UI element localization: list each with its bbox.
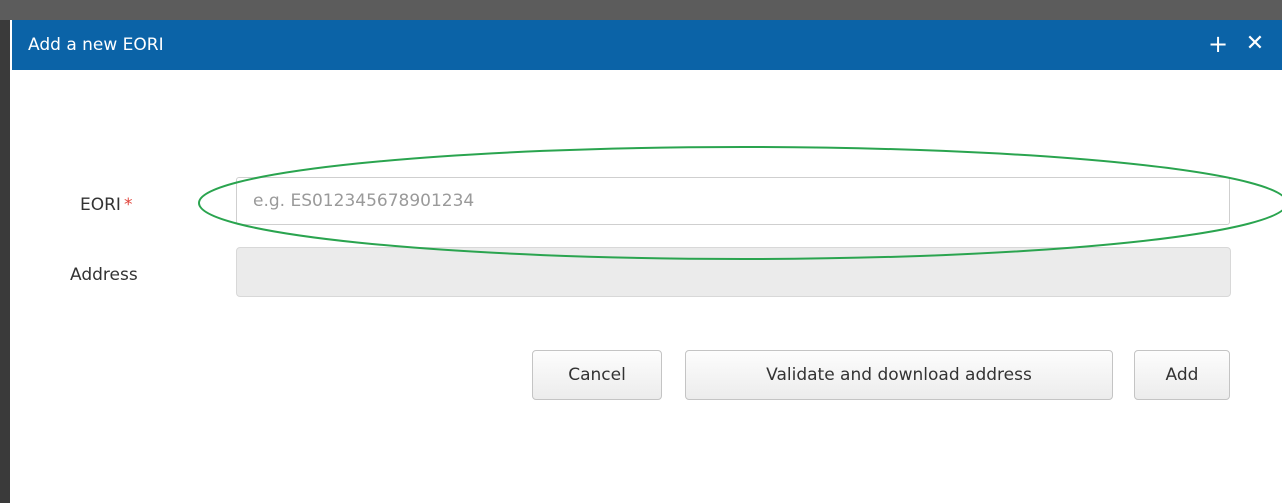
add-eori-dialog: Add a new EORI + ✕ EORI* Address Cancel … — [12, 20, 1282, 503]
dialog-titlebar: Add a new EORI + ✕ — [12, 20, 1282, 70]
dialog-title: Add a new EORI — [28, 35, 164, 55]
eori-label: EORI * — [80, 194, 132, 216]
required-marker: * — [123, 195, 133, 215]
plus-icon[interactable]: + — [1205, 30, 1231, 58]
address-label: Address — [70, 265, 138, 285]
background-window-strip — [0, 0, 1282, 20]
add-button[interactable]: Add — [1134, 350, 1230, 400]
validate-download-address-button[interactable]: Validate and download address — [685, 350, 1113, 400]
address-field — [236, 247, 1231, 297]
eori-input[interactable] — [236, 177, 1230, 225]
close-icon[interactable]: ✕ — [1242, 30, 1268, 58]
eori-label-text: EORI — [80, 195, 121, 215]
cancel-button[interactable]: Cancel — [532, 350, 662, 400]
background-window-edge — [0, 20, 10, 503]
